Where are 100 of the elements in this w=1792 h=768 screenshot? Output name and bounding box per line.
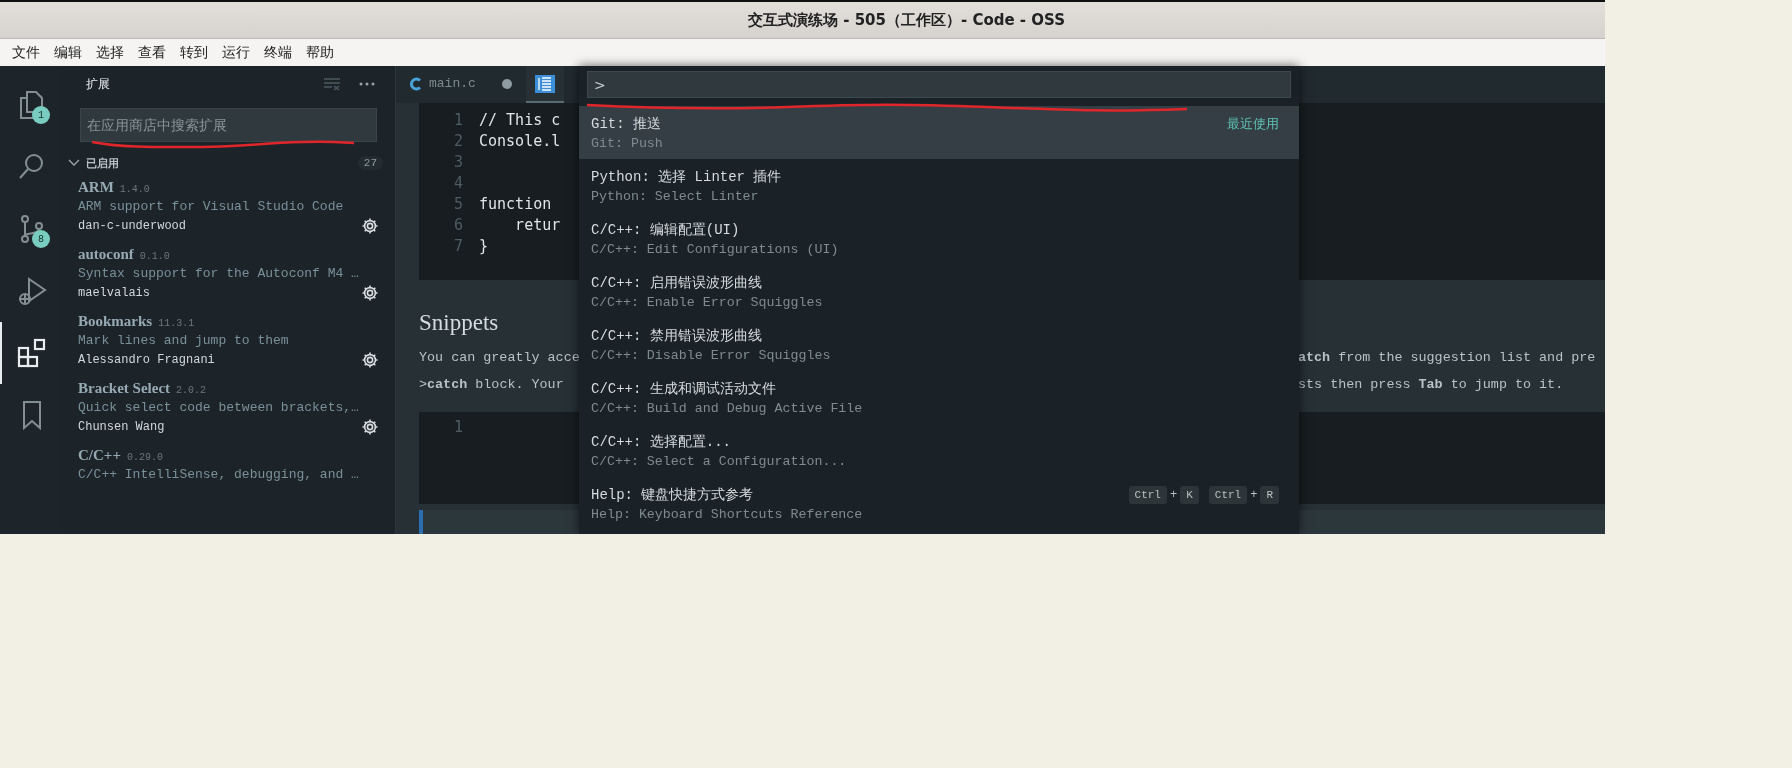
section-title: 已启用	[86, 155, 120, 171]
extension-author: maelvalais	[78, 286, 150, 300]
command-item[interactable]: C/C++: 选择配置... C/C++: Select a Configuration...	[579, 424, 1299, 477]
preview-icon	[534, 74, 555, 93]
count-badge: 27	[357, 156, 383, 170]
command-label: Help: 键盘快捷方式参考	[591, 485, 754, 504]
paragraph-text: >catch block. Your	[419, 377, 564, 392]
command-label: C/C++: 生成和调试活动文件	[591, 379, 776, 398]
extension-name: autoconf	[78, 246, 134, 263]
command-label: C/C++: 禁用错误波形曲线	[591, 326, 762, 345]
extension-version: 2.0.2	[176, 385, 207, 396]
keyboard-key: Ctrl	[1208, 485, 1248, 504]
command-item[interactable]: Python: 选择 Linter 插件 Python: Select Linter	[579, 159, 1299, 212]
editor-tab[interactable]: main.c	[396, 66, 526, 103]
command-item[interactable]: C/C++: 编辑配置(UI) C/C++: Edit Configurations (UI)	[579, 212, 1299, 265]
more-icon[interactable]	[359, 82, 375, 86]
menu-item[interactable]: 终端	[264, 43, 292, 62]
count-badge: 1	[32, 106, 50, 124]
code-line: function	[479, 194, 552, 213]
menu-item[interactable]: 转到	[180, 43, 208, 62]
menu-item[interactable]: 运行	[222, 43, 250, 62]
settings-icon[interactable]	[361, 217, 379, 235]
extension-item[interactable]: C/C++ 0.29.0 C/C++ IntelliSense, debugging, and …	[62, 442, 395, 488]
activity-item[interactable]: 8	[0, 198, 62, 260]
menu-item[interactable]: 文件	[12, 43, 40, 62]
paragraph-text: atch from the suggestion list and pre	[1298, 350, 1597, 365]
recently-used-label: 最近使用	[1227, 114, 1279, 133]
extension-version: 0.29.0	[126, 452, 163, 463]
command-item[interactable]: C/C++: 生成和调试活动文件 C/C++: Build and Debug Active File	[579, 371, 1299, 424]
settings-icon[interactable]	[361, 418, 379, 436]
window-title: 交互式演练场 - 505（工作区）- Code - OSS	[748, 10, 1065, 30]
command-item[interactable]: Help: 键盘快捷方式参考 Ctrl + K Ctrl + R Help: Keyboard Shortcuts Reference	[579, 477, 1299, 530]
extension-description: Mark lines and jump to them	[78, 333, 290, 348]
command-label: C/C++: 选择配置...	[591, 432, 731, 451]
code-line: // This c	[479, 110, 561, 129]
bookmark-icon	[21, 400, 43, 430]
line-number: 7	[452, 236, 464, 255]
search-field[interactable]: 在应用商店中搜索扩展	[80, 108, 377, 142]
menu-item[interactable]: 编辑	[54, 43, 82, 62]
paragraph-text: sts then press Tab to jump to it.	[1298, 377, 1565, 392]
extension-description: ARM support for Visual Studio Code	[78, 199, 345, 214]
files-icon	[18, 90, 46, 120]
paragraph-text: You can greatly acce	[419, 350, 580, 365]
keyboard-key: Ctrl	[1128, 485, 1167, 504]
command-detail: C/C++: Select a Configuration...	[591, 453, 848, 469]
line-number: 1	[452, 417, 464, 436]
extension-name: Bracket Select	[78, 380, 171, 397]
source-control-icon	[18, 214, 46, 244]
command-detail: C/C++: Disable Error Squiggles	[591, 347, 832, 363]
extension-name: Bookmarks	[78, 313, 153, 330]
code-line: }	[479, 236, 489, 255]
extension-name: ARM	[78, 179, 114, 196]
code-line: retur	[514, 215, 561, 234]
key-joiner: +	[1250, 487, 1258, 502]
extension-author: Chunsen Wang	[78, 420, 165, 434]
line-number: 4	[452, 173, 464, 192]
line-number: 5	[452, 194, 464, 213]
settings-icon[interactable]	[361, 351, 379, 369]
key-joiner: +	[1169, 487, 1178, 502]
command-label: Python: 选择 Linter 插件	[591, 167, 782, 186]
menu-item[interactable]: 查看	[138, 43, 166, 62]
line-number: 2	[452, 131, 464, 150]
section-heading: Snippets	[419, 310, 499, 336]
keyboard-key: K	[1180, 485, 1199, 504]
extension-item[interactable]: autoconf 0.1.0 Syntax support for the Autoconf M4 … maelvalais	[62, 241, 395, 308]
line-number: 1	[452, 110, 464, 129]
count-badge: 8	[32, 230, 50, 248]
command-label: C/C++: 启用错误波形曲线	[591, 273, 762, 292]
editor-tab[interactable]	[525, 66, 564, 103]
extension-version: 0.1.0	[139, 251, 170, 262]
extension-item[interactable]: Bookmarks 11.3.1 Mark lines and jump to them Alessandro Fragnani	[62, 308, 395, 375]
extension-description: C/C++ IntelliSense, debugging, and …	[78, 467, 360, 482]
extension-author: dan-c-underwood	[78, 219, 187, 233]
command-item[interactable]: Git: 推送 最近使用 Git: Push	[579, 106, 1299, 159]
run-debug-icon	[17, 276, 47, 306]
section-header[interactable]: 已启用 27	[62, 142, 395, 174]
code-line: Console.l	[479, 131, 561, 150]
command-detail: Git: Push	[591, 135, 664, 151]
line-number: 3	[452, 152, 464, 171]
sidebar-title: 扩展	[86, 75, 111, 93]
extension-version: 1.4.0	[119, 184, 150, 195]
extension-description: Syntax support for the Autoconf M4 …	[78, 266, 360, 281]
extension-item[interactable]: Bracket Select 2.0.2 Quick select code between brackets,… Chunsen Wang	[62, 375, 395, 442]
extensions-icon	[17, 338, 47, 368]
menu-item[interactable]: 选择	[96, 43, 124, 62]
command-detail: Help: Keyboard Shortcuts Reference	[591, 506, 864, 522]
command-item[interactable]: C/C++: 启用错误波形曲线 C/C++: Enable Error Squiggles	[579, 265, 1299, 318]
extension-author: Alessandro Fragnani	[78, 353, 215, 367]
extension-item[interactable]: ARM 1.4.0 ARM support for Visual Studio Code dan-c-underwood	[62, 174, 395, 241]
command-detail: C/C++: Edit Configurations (UI)	[591, 241, 840, 257]
keyboard-key: R	[1260, 485, 1279, 504]
activity-item[interactable]: 1	[0, 74, 62, 136]
command-item[interactable]: C/C++: 禁用错误波形曲线 C/C++: Disable Error Squiggles	[579, 318, 1299, 371]
settings-icon[interactable]	[361, 284, 379, 302]
command-label: C/C++: 编辑配置(UI)	[591, 220, 740, 239]
menu-item[interactable]: 帮助	[306, 43, 334, 62]
command-input[interactable]: >	[587, 71, 1291, 98]
extension-name: C/C++	[78, 447, 121, 464]
line-number: 6	[452, 215, 464, 234]
command-detail: C/C++: Build and Debug Active File	[591, 400, 864, 416]
